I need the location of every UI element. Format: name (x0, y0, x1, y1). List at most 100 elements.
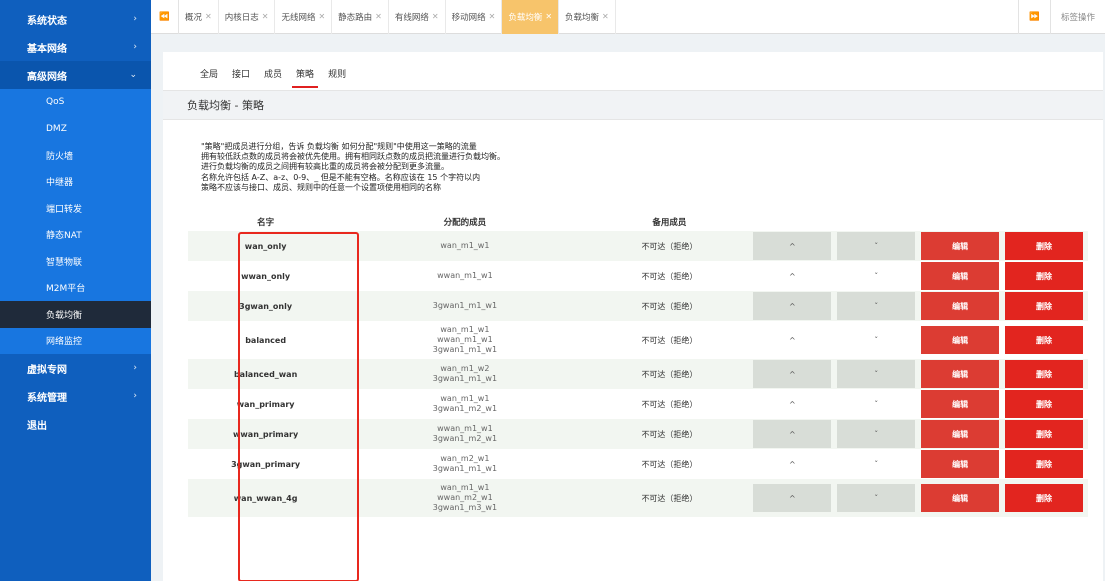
tab-scroll-right-icon[interactable]: ⏩ (1018, 0, 1050, 34)
close-icon[interactable]: ✕ (489, 12, 496, 21)
action-cell: 删除 (1004, 449, 1088, 479)
sidebar-subitem[interactable]: 端口转发 (0, 195, 151, 222)
subtab-item[interactable]: 成员 (257, 67, 289, 90)
action-cell: 删除 (1004, 389, 1088, 419)
table-row: 3gwan_primary wan_m2_w1 3gwan1_m1_w1 不可达（拒绝… (188, 449, 1088, 479)
edit-button[interactable]: 编辑 (921, 484, 1000, 512)
move-down-button[interactable]: ˇ (837, 360, 916, 388)
policy-name: 3gwan_primary (231, 459, 301, 469)
sidebar-item-label: 高级网络 (27, 71, 67, 83)
sidebar-item[interactable]: 系统状态 › (0, 5, 151, 33)
move-up-button[interactable]: ^ (753, 484, 832, 512)
move-up-button[interactable]: ^ (753, 292, 832, 320)
sidebar-subitem[interactable]: 中继器 (0, 169, 151, 196)
sidebar-subitem[interactable]: DMZ (0, 116, 151, 143)
subtab-item[interactable]: 接口 (225, 67, 257, 90)
edit-button[interactable]: 编辑 (921, 326, 1000, 354)
sidebar-subitem[interactable]: 防火墙 (0, 142, 151, 169)
delete-button[interactable]: 删除 (1005, 360, 1084, 388)
sidebar-item[interactable]: 虚拟专网 › (0, 354, 151, 382)
tab-actions-menu[interactable]: 标签操作 (1049, 0, 1105, 34)
member-entry: wwan_m1_w1 (437, 335, 493, 344)
tab-item[interactable]: 有线网络 ✕ (389, 0, 446, 34)
move-up-button[interactable]: ^ (753, 390, 832, 418)
sidebar-item-label: 退出 (27, 420, 47, 432)
sidebar-subitem[interactable]: M2M平台 (0, 275, 151, 302)
close-icon[interactable]: ✕ (375, 12, 382, 21)
close-icon[interactable]: ✕ (545, 12, 552, 21)
table-header-row: 名字 分配的成员 备用成员 (188, 213, 1088, 231)
move-down-button[interactable]: ˇ (837, 326, 916, 354)
move-up-button[interactable]: ^ (753, 326, 832, 354)
move-up-button[interactable]: ^ (753, 262, 832, 290)
move-down-button[interactable]: ˇ (837, 484, 916, 512)
move-up-button[interactable]: ^ (753, 420, 832, 448)
tab-item[interactable]: 负载均衡 ✕ (502, 0, 560, 34)
delete-button[interactable]: 删除 (1005, 484, 1084, 512)
close-icon[interactable]: ✕ (602, 12, 609, 21)
subtab-item[interactable]: 规则 (321, 67, 353, 90)
subtab-item[interactable]: 策略 (289, 67, 321, 90)
member-entry: 3gwan1_m1_w1 (432, 345, 498, 354)
close-icon[interactable]: ✕ (262, 12, 269, 21)
tab-item[interactable]: 概况 ✕ (179, 0, 219, 34)
delete-button[interactable]: 删除 (1005, 232, 1084, 260)
close-icon[interactable]: ✕ (432, 12, 439, 21)
sidebar-item[interactable]: 高级网络 ⌄ (0, 61, 151, 89)
move-down-button[interactable]: ˇ (837, 262, 916, 290)
header-name: 名字 (257, 218, 275, 228)
subtab-item[interactable]: 全局 (193, 67, 225, 90)
table-row: balanced_wan wan_m1_w2 3gwan1_m1_w1 不可达（拒绝）… (188, 359, 1088, 389)
edit-button[interactable]: 编辑 (921, 420, 1000, 448)
action-cell: ^ (752, 321, 836, 359)
move-down-button[interactable]: ˇ (837, 232, 916, 260)
delete-button[interactable]: 删除 (1005, 292, 1084, 320)
delete-button[interactable]: 删除 (1005, 450, 1084, 478)
move-down-button[interactable]: ˇ (837, 292, 916, 320)
sidebar-item[interactable]: 系统管理 › (0, 382, 151, 410)
tab-item[interactable]: 无线网络 ✕ (275, 0, 333, 34)
action-cell: ˇ (836, 321, 920, 359)
tab-item[interactable]: 静态路由 ✕ (332, 0, 389, 34)
move-up-button[interactable]: ^ (753, 450, 832, 478)
sidebar-subitem[interactable]: 静态NAT (0, 222, 151, 249)
move-down-button[interactable]: ˇ (837, 450, 916, 478)
edit-button[interactable]: 编辑 (921, 232, 1000, 260)
policy-backup: 不可达（拒绝） (641, 335, 698, 345)
sidebar-item[interactable]: 退出 (0, 410, 151, 438)
tab-label: 静态路由 (338, 12, 373, 23)
tab-item[interactable]: 移动网络 ✕ (446, 0, 503, 34)
sidebar-subitem[interactable]: 负载均衡 (0, 301, 151, 328)
move-up-button[interactable]: ^ (753, 232, 832, 260)
sidebar-subitem[interactable]: 网络监控 (0, 328, 151, 355)
tab-item[interactable]: 负载均衡 ✕ (559, 0, 616, 34)
member-entry: wan_m1_w1 (440, 241, 490, 250)
member-entry: 3gwan1_m1_w1 (432, 301, 498, 310)
edit-button[interactable]: 编辑 (921, 360, 1000, 388)
action-cell: 删除 (1004, 321, 1088, 359)
policy-members: 3gwan1_m1_w1 (343, 291, 587, 321)
table-row: wwan_only wwan_m1_w1 不可达（拒绝） ^ ˇ 编辑 删除 (188, 261, 1088, 291)
sidebar-item[interactable]: 基本网络 › (0, 33, 151, 61)
action-cell: 编辑 (920, 261, 1004, 291)
delete-button[interactable]: 删除 (1005, 420, 1084, 448)
policy-members: wan_m1_w1 wwan_m1_w1 3gwan1_m1_w1 (343, 321, 586, 359)
sidebar-subitem[interactable]: QoS (0, 89, 151, 116)
close-icon[interactable]: ✕ (205, 12, 212, 21)
edit-button[interactable]: 编辑 (921, 292, 1000, 320)
table-row: wwan_primary wwan_m1_w1 3gwan1_m2_w1 不可达（拒绝… (188, 419, 1088, 449)
close-icon[interactable]: ✕ (318, 12, 325, 21)
tab-scroll-left-icon[interactable]: ⏪ (151, 0, 179, 34)
tab-item[interactable]: 内核日志 ✕ (219, 0, 276, 34)
edit-button[interactable]: 编辑 (921, 262, 1000, 290)
move-up-button[interactable]: ^ (753, 360, 832, 388)
delete-button[interactable]: 删除 (1005, 390, 1084, 418)
edit-button[interactable]: 编辑 (921, 390, 1000, 418)
delete-button[interactable]: 删除 (1005, 262, 1084, 290)
move-down-button[interactable]: ˇ (837, 420, 916, 448)
sidebar-subitem[interactable]: 智慧物联 (0, 248, 151, 275)
delete-button[interactable]: 删除 (1005, 326, 1084, 354)
edit-button[interactable]: 编辑 (921, 450, 1000, 478)
table-row: wan_primary wan_m1_w1 3gwan1_m2_w1 不可达（拒绝） ^… (188, 389, 1088, 419)
move-down-button[interactable]: ˇ (837, 390, 916, 418)
